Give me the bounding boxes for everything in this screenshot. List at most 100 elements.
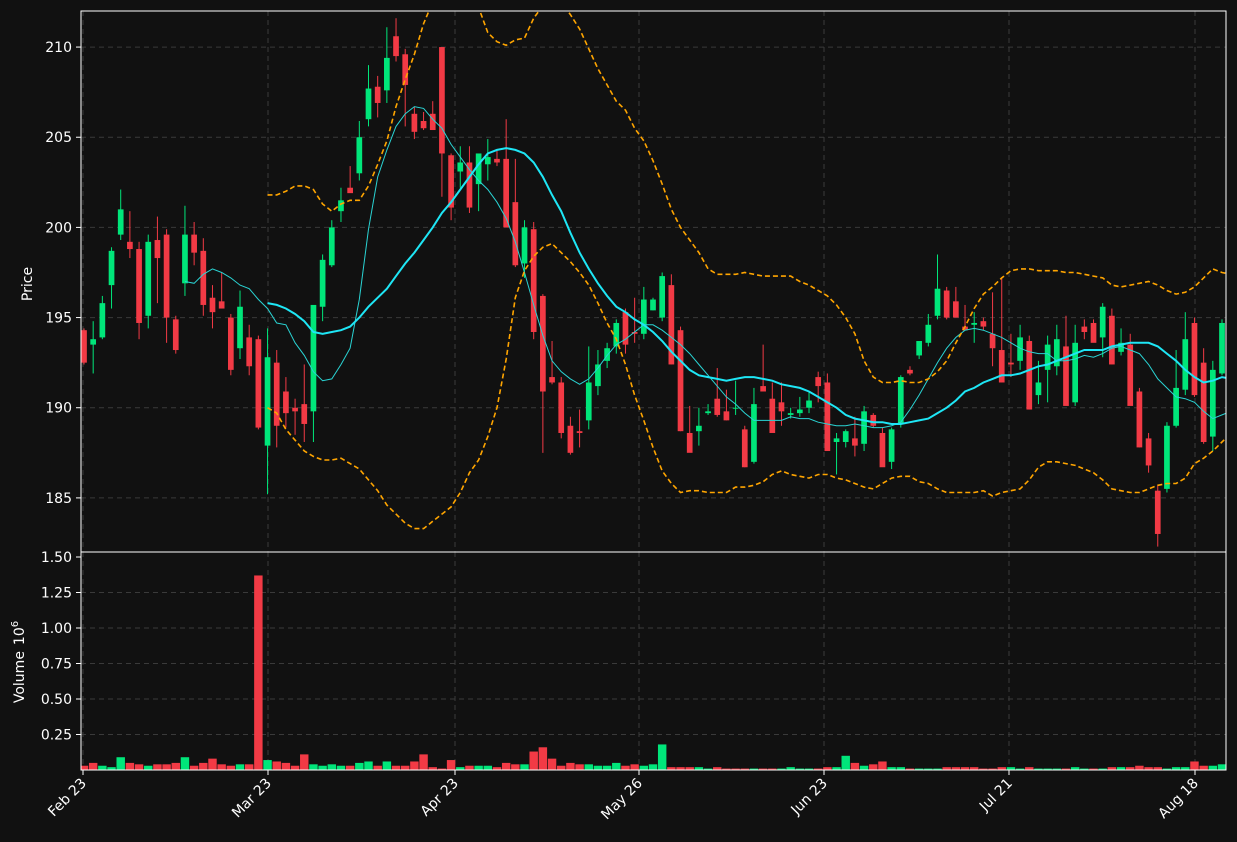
candle-body [328,227,335,266]
candle-body [494,158,500,163]
candle-body [585,382,592,421]
candle-body [475,153,482,185]
volume-bar [364,761,373,770]
candle-body [696,425,702,432]
candle-body [1081,326,1088,332]
candle-body [1145,438,1152,466]
volume-bar [189,765,199,770]
candle-body [402,54,409,85]
candle-body [246,337,253,367]
candle-body [971,322,978,325]
price-tick-label: 185 [45,491,72,507]
candle-body [182,234,188,284]
candle-body [861,411,867,444]
volume-bar [382,761,392,770]
candle-body [218,301,225,309]
candle-body [741,429,748,468]
candle-body [108,250,115,286]
volume-bar [639,765,649,770]
candle-body [833,438,840,442]
candle-body [916,341,922,356]
candle-body [227,317,234,370]
candle-body [1191,322,1198,396]
candle-body [163,234,170,318]
candle-body [191,234,197,253]
price-tick-label: 210 [45,40,72,56]
volume-bar [850,762,860,770]
volume-bar [98,765,107,770]
candle-body [90,339,97,345]
volume-bar [1190,761,1199,770]
volume-bar [557,765,566,770]
volume-tick-label: 0.75 [41,657,72,673]
candle-body [1182,339,1189,390]
volume-bar [336,765,346,770]
volume-bar [244,764,254,770]
volume-bar [391,765,401,770]
volume-bar [538,747,548,770]
candle-body [1008,362,1014,365]
candle-body [255,339,262,428]
candle-body [356,137,363,174]
candle-body [549,377,555,383]
volume-bar [1135,765,1144,770]
volume-bar [327,764,337,770]
volume-bar [199,762,208,770]
candle-body [310,304,317,412]
candle-body [824,382,831,452]
candle-body [338,200,344,212]
volume-bar [657,744,667,770]
volume-bar [309,764,318,770]
candle-body [989,333,996,349]
candle-body [1173,387,1179,426]
candle-body [925,324,932,343]
candle-body [411,113,418,132]
candle-body [384,57,390,91]
volume-axis-exponent-power: 6 [10,621,21,627]
candle-body [815,377,822,387]
volume-bar [290,765,300,770]
candle-body [1127,344,1134,406]
candle-body [769,398,776,433]
candle-body [484,157,491,165]
volume-bar [1217,764,1226,770]
volume-bar [511,764,520,770]
volume-bar [300,754,309,770]
price-tick-label: 200 [45,220,72,236]
candle-body [714,398,721,415]
candle-body [283,391,289,414]
volume-bar [226,765,236,770]
volume-bar [859,765,869,770]
volume-bar [217,764,226,770]
chart-background [0,0,1237,842]
candle-body [503,158,510,228]
candle-body [705,411,711,414]
volume-bar [584,764,593,770]
candle-body [319,259,326,307]
volume-bar [180,757,190,770]
volume-bar [841,755,850,770]
candle-body [751,404,757,462]
candle-body [1072,342,1079,403]
volume-bar [355,762,364,770]
price-axis-label: Price [20,267,36,301]
volume-bar [648,764,658,770]
candle-body [870,414,877,426]
volume-axis-label: Volume 106 [10,621,28,703]
candle-body [99,303,106,338]
volume-bar [125,762,135,770]
candle-body [393,36,399,57]
candle-body [439,47,445,154]
candle-body [1035,382,1042,396]
volume-bar [208,758,217,770]
volume-bar [593,765,603,770]
price-tick-label: 190 [45,401,72,417]
candle-body [558,382,565,433]
candle-body [374,86,381,103]
candle-body [760,386,766,392]
volume-bar [1199,765,1208,770]
candle-body [1090,322,1097,343]
candle-body [1164,425,1170,489]
candle-body [778,402,785,412]
candle-body [209,297,216,313]
